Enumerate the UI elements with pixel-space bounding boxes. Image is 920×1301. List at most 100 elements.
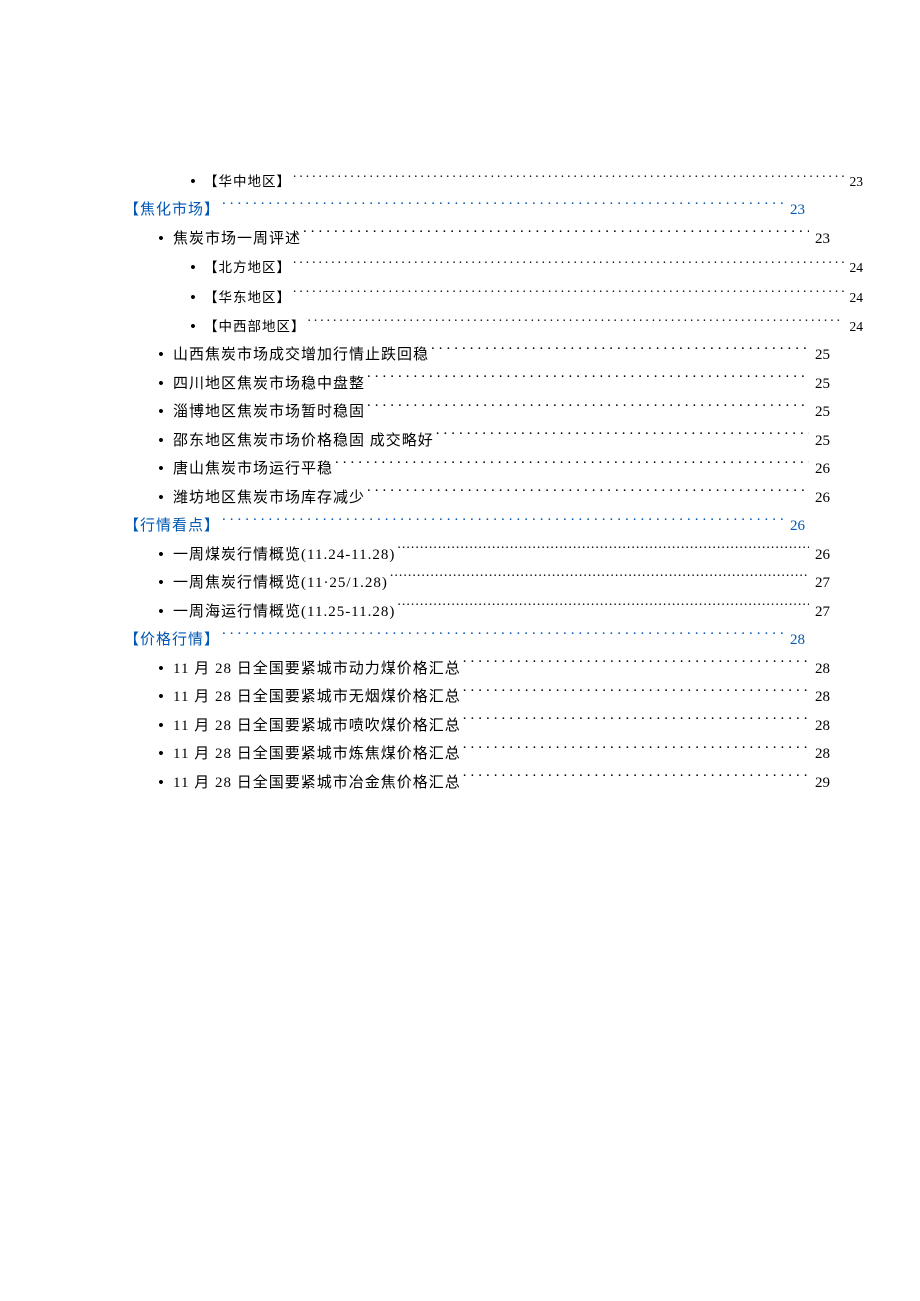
toc-label: 【华东地区】 — [204, 285, 291, 311]
toc-entry[interactable]: • 邵东地区焦炭市场价格稳固 成交略好 25 — [124, 427, 830, 456]
toc-entry[interactable]: • 一周海运行情概览(11.25-11.28) 27 — [124, 598, 830, 627]
toc-page: 23 — [788, 196, 805, 225]
toc-page: 25 — [813, 370, 830, 399]
toc-leader — [367, 487, 809, 502]
toc-label: 11 月 28 日全国要紧城市炼焦煤价格汇总 — [173, 740, 461, 769]
toc-page: • 【华中地区】 23 【焦化市场】 23 • 焦炭市场一周评述 23 • 【北… — [0, 0, 920, 1301]
toc-section[interactable]: 【焦化市场】 23 — [124, 196, 805, 225]
toc-page: 28 — [813, 740, 830, 769]
bullet-icon: • — [149, 598, 173, 627]
toc-page: 26 — [788, 512, 805, 541]
bullet-icon: • — [182, 312, 204, 341]
bullet-icon: • — [149, 225, 173, 254]
toc-entry[interactable]: • 11 月 28 日全国要紧城市动力煤价格汇总 28 — [124, 655, 830, 684]
toc-entry[interactable]: • 11 月 28 日全国要紧城市喷吹煤价格汇总 28 — [124, 712, 830, 741]
toc-page: 28 — [813, 683, 830, 712]
toc-page: 25 — [813, 341, 830, 370]
bullet-icon: • — [182, 283, 204, 312]
toc-leader — [293, 287, 844, 302]
toc-leader — [436, 430, 809, 445]
toc-leader — [293, 171, 844, 186]
bullet-icon: • — [149, 541, 173, 570]
toc-page: 28 — [813, 655, 830, 684]
toc-page: 25 — [813, 398, 830, 427]
toc-label: 【行情看点】 — [124, 512, 220, 541]
toc-entry[interactable]: • 【华中地区】 23 — [124, 167, 863, 196]
toc-label: 【价格行情】 — [124, 626, 220, 655]
toc-leader — [431, 344, 809, 359]
toc-leader — [463, 658, 809, 673]
toc-leader — [367, 401, 809, 416]
toc-label: 淄博地区焦炭市场暂时稳固 — [173, 398, 365, 427]
toc-leader — [463, 686, 809, 701]
toc-leader — [293, 257, 844, 272]
toc-label: 潍坊地区焦炭市场库存减少 — [173, 484, 365, 513]
toc-page: 27 — [813, 569, 830, 598]
bullet-icon: • — [149, 484, 173, 513]
toc-entry[interactable]: • 焦炭市场一周评述 23 — [124, 225, 830, 254]
toc-entry[interactable]: • 淄博地区焦炭市场暂时稳固 25 — [124, 398, 830, 427]
toc-leader — [308, 316, 844, 331]
toc-label: 焦炭市场一周评述 — [173, 225, 301, 254]
bullet-icon: • — [149, 569, 173, 598]
toc-section[interactable]: 【价格行情】 28 — [124, 626, 805, 655]
toc-entry[interactable]: • 11 月 28 日全国要紧城市无烟煤价格汇总 28 — [124, 683, 830, 712]
toc-entry[interactable]: • 11 月 28 日全国要紧城市冶金焦价格汇总 29 — [124, 769, 830, 798]
bullet-icon: • — [182, 167, 204, 196]
toc-label: 11 月 28 日全国要紧城市动力煤价格汇总 — [173, 655, 461, 684]
bullet-icon: • — [149, 455, 173, 484]
toc-entry[interactable]: • 唐山焦炭市场运行平稳 26 — [124, 455, 830, 484]
toc-label: 四川地区焦炭市场稳中盘整 — [173, 370, 365, 399]
toc-entry[interactable]: • 一周煤炭行情概览(11.24-11.28) 26 — [124, 541, 830, 570]
toc-page: 29 — [813, 769, 830, 798]
toc-leader — [463, 743, 809, 758]
bullet-icon: • — [149, 427, 173, 456]
bullet-icon: • — [149, 683, 173, 712]
toc-leader — [222, 199, 784, 214]
toc-page: 28 — [813, 712, 830, 741]
toc-label: 11 月 28 日全国要紧城市冶金焦价格汇总 — [173, 769, 461, 798]
toc-page: 26 — [813, 541, 830, 570]
toc-entry[interactable]: • 11 月 28 日全国要紧城市炼焦煤价格汇总 28 — [124, 740, 830, 769]
toc-label: 【华中地区】 — [204, 169, 291, 195]
toc-page: 24 — [848, 255, 864, 281]
toc-entry[interactable]: • 山西焦炭市场成交增加行情止跌回稳 25 — [124, 341, 830, 370]
toc-entry[interactable]: • 四川地区焦炭市场稳中盘整 25 — [124, 370, 830, 399]
toc-page: 25 — [813, 427, 830, 456]
toc-label: 一周焦炭行情概览(11·25/1.28) — [173, 569, 388, 598]
toc-label: 一周海运行情概览(11.25-11.28) — [173, 598, 395, 627]
toc-page: 26 — [813, 484, 830, 513]
toc-entry[interactable]: • 一周焦炭行情概览(11·25/1.28) 27 — [124, 569, 830, 598]
toc-page: 26 — [813, 455, 830, 484]
toc-entry[interactable]: • 【北方地区】 24 — [124, 253, 863, 282]
bullet-icon: • — [149, 655, 173, 684]
toc-page: 27 — [813, 598, 830, 627]
toc-leader — [397, 601, 809, 616]
toc-label: 11 月 28 日全国要紧城市无烟煤价格汇总 — [173, 683, 461, 712]
toc-label: 【北方地区】 — [204, 255, 291, 281]
toc-label: 11 月 28 日全国要紧城市喷吹煤价格汇总 — [173, 712, 461, 741]
toc-section[interactable]: 【行情看点】 26 — [124, 512, 805, 541]
toc-label: 唐山焦炭市场运行平稳 — [173, 455, 333, 484]
toc-leader — [390, 572, 809, 587]
toc-page: 24 — [848, 314, 864, 340]
toc-label: 山西焦炭市场成交增加行情止跌回稳 — [173, 341, 429, 370]
toc-entry[interactable]: • 【华东地区】 24 — [124, 283, 863, 312]
bullet-icon: • — [149, 341, 173, 370]
toc-leader — [222, 629, 784, 644]
toc-leader — [463, 772, 809, 787]
toc-label: 邵东地区焦炭市场价格稳固 成交略好 — [173, 427, 434, 456]
toc-entry[interactable]: • 【中西部地区】 24 — [124, 312, 863, 341]
toc-leader — [335, 458, 809, 473]
bullet-icon: • — [149, 740, 173, 769]
toc-label: 【焦化市场】 — [124, 196, 220, 225]
bullet-icon: • — [149, 712, 173, 741]
bullet-icon: • — [149, 370, 173, 399]
toc-page: 23 — [813, 225, 830, 254]
toc-leader — [397, 544, 809, 559]
toc-page: 24 — [848, 285, 864, 311]
toc-entry[interactable]: • 潍坊地区焦炭市场库存减少 26 — [124, 484, 830, 513]
toc-leader — [222, 515, 784, 530]
toc-page: 28 — [788, 626, 805, 655]
toc-label: 一周煤炭行情概览(11.24-11.28) — [173, 541, 395, 570]
